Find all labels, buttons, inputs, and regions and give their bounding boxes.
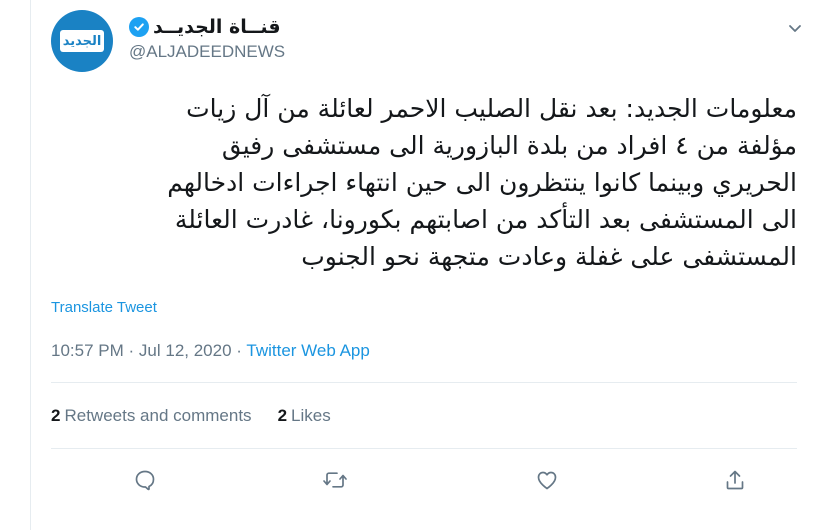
- retweets-label: Retweets and comments: [64, 406, 252, 425]
- meta-separator: ·: [128, 341, 135, 360]
- likes-count: 2: [277, 406, 288, 425]
- heart-icon: [535, 468, 559, 497]
- tweet-time[interactable]: 10:57 PM: [51, 341, 124, 360]
- account-handle[interactable]: @ALJADEEDNEWS: [129, 42, 285, 62]
- author-info[interactable]: قنــاة الجديــد @ALJADEEDNEWS: [129, 16, 285, 62]
- retweet-icon: [322, 468, 348, 497]
- share-button[interactable]: [717, 464, 753, 500]
- chevron-down-icon: [787, 20, 803, 41]
- name-row: قنــاة الجديــد: [129, 16, 285, 38]
- retweets-stat[interactable]: 2 Retweets and comments: [51, 406, 252, 426]
- avatar-logo: الجديد: [60, 30, 104, 52]
- likes-stat[interactable]: 2 Likes: [278, 406, 331, 426]
- tweet-card: الجديد قنــاة الجديــد @ALJADEEDNEWS معل…: [30, 0, 820, 530]
- likes-label: Likes: [291, 406, 331, 425]
- divider: [51, 448, 797, 449]
- retweet-button[interactable]: [317, 464, 353, 500]
- translate-tweet-link[interactable]: Translate Tweet: [51, 299, 157, 316]
- tweet-stats: 2 Retweets and comments 2 Likes: [51, 406, 331, 426]
- meta-separator: ·: [236, 341, 242, 360]
- retweets-count: 2: [51, 406, 61, 425]
- tweet-metadata: 10:57 PM · Jul 12, 2020 · Twitter Web Ap…: [51, 341, 370, 361]
- tweet-date[interactable]: Jul 12, 2020: [139, 341, 232, 360]
- avatar[interactable]: الجديد: [51, 10, 113, 72]
- like-button[interactable]: [529, 464, 565, 500]
- source-app-link[interactable]: Twitter Web App: [246, 341, 369, 360]
- tweet-text: معلومات الجديد: بعد نقل الصليب الاحمر لع…: [167, 94, 797, 271]
- more-options-button[interactable]: [781, 16, 809, 44]
- reply-icon: [133, 468, 157, 497]
- divider: [51, 382, 797, 383]
- reply-button[interactable]: [127, 464, 163, 500]
- tweet-actions: [121, 464, 744, 504]
- verified-badge-icon: [129, 17, 149, 37]
- share-icon: [723, 468, 747, 497]
- display-name[interactable]: قنــاة الجديــد: [153, 16, 281, 38]
- tweet-header: الجديد قنــاة الجديــد @ALJADEEDNEWS: [51, 10, 811, 72]
